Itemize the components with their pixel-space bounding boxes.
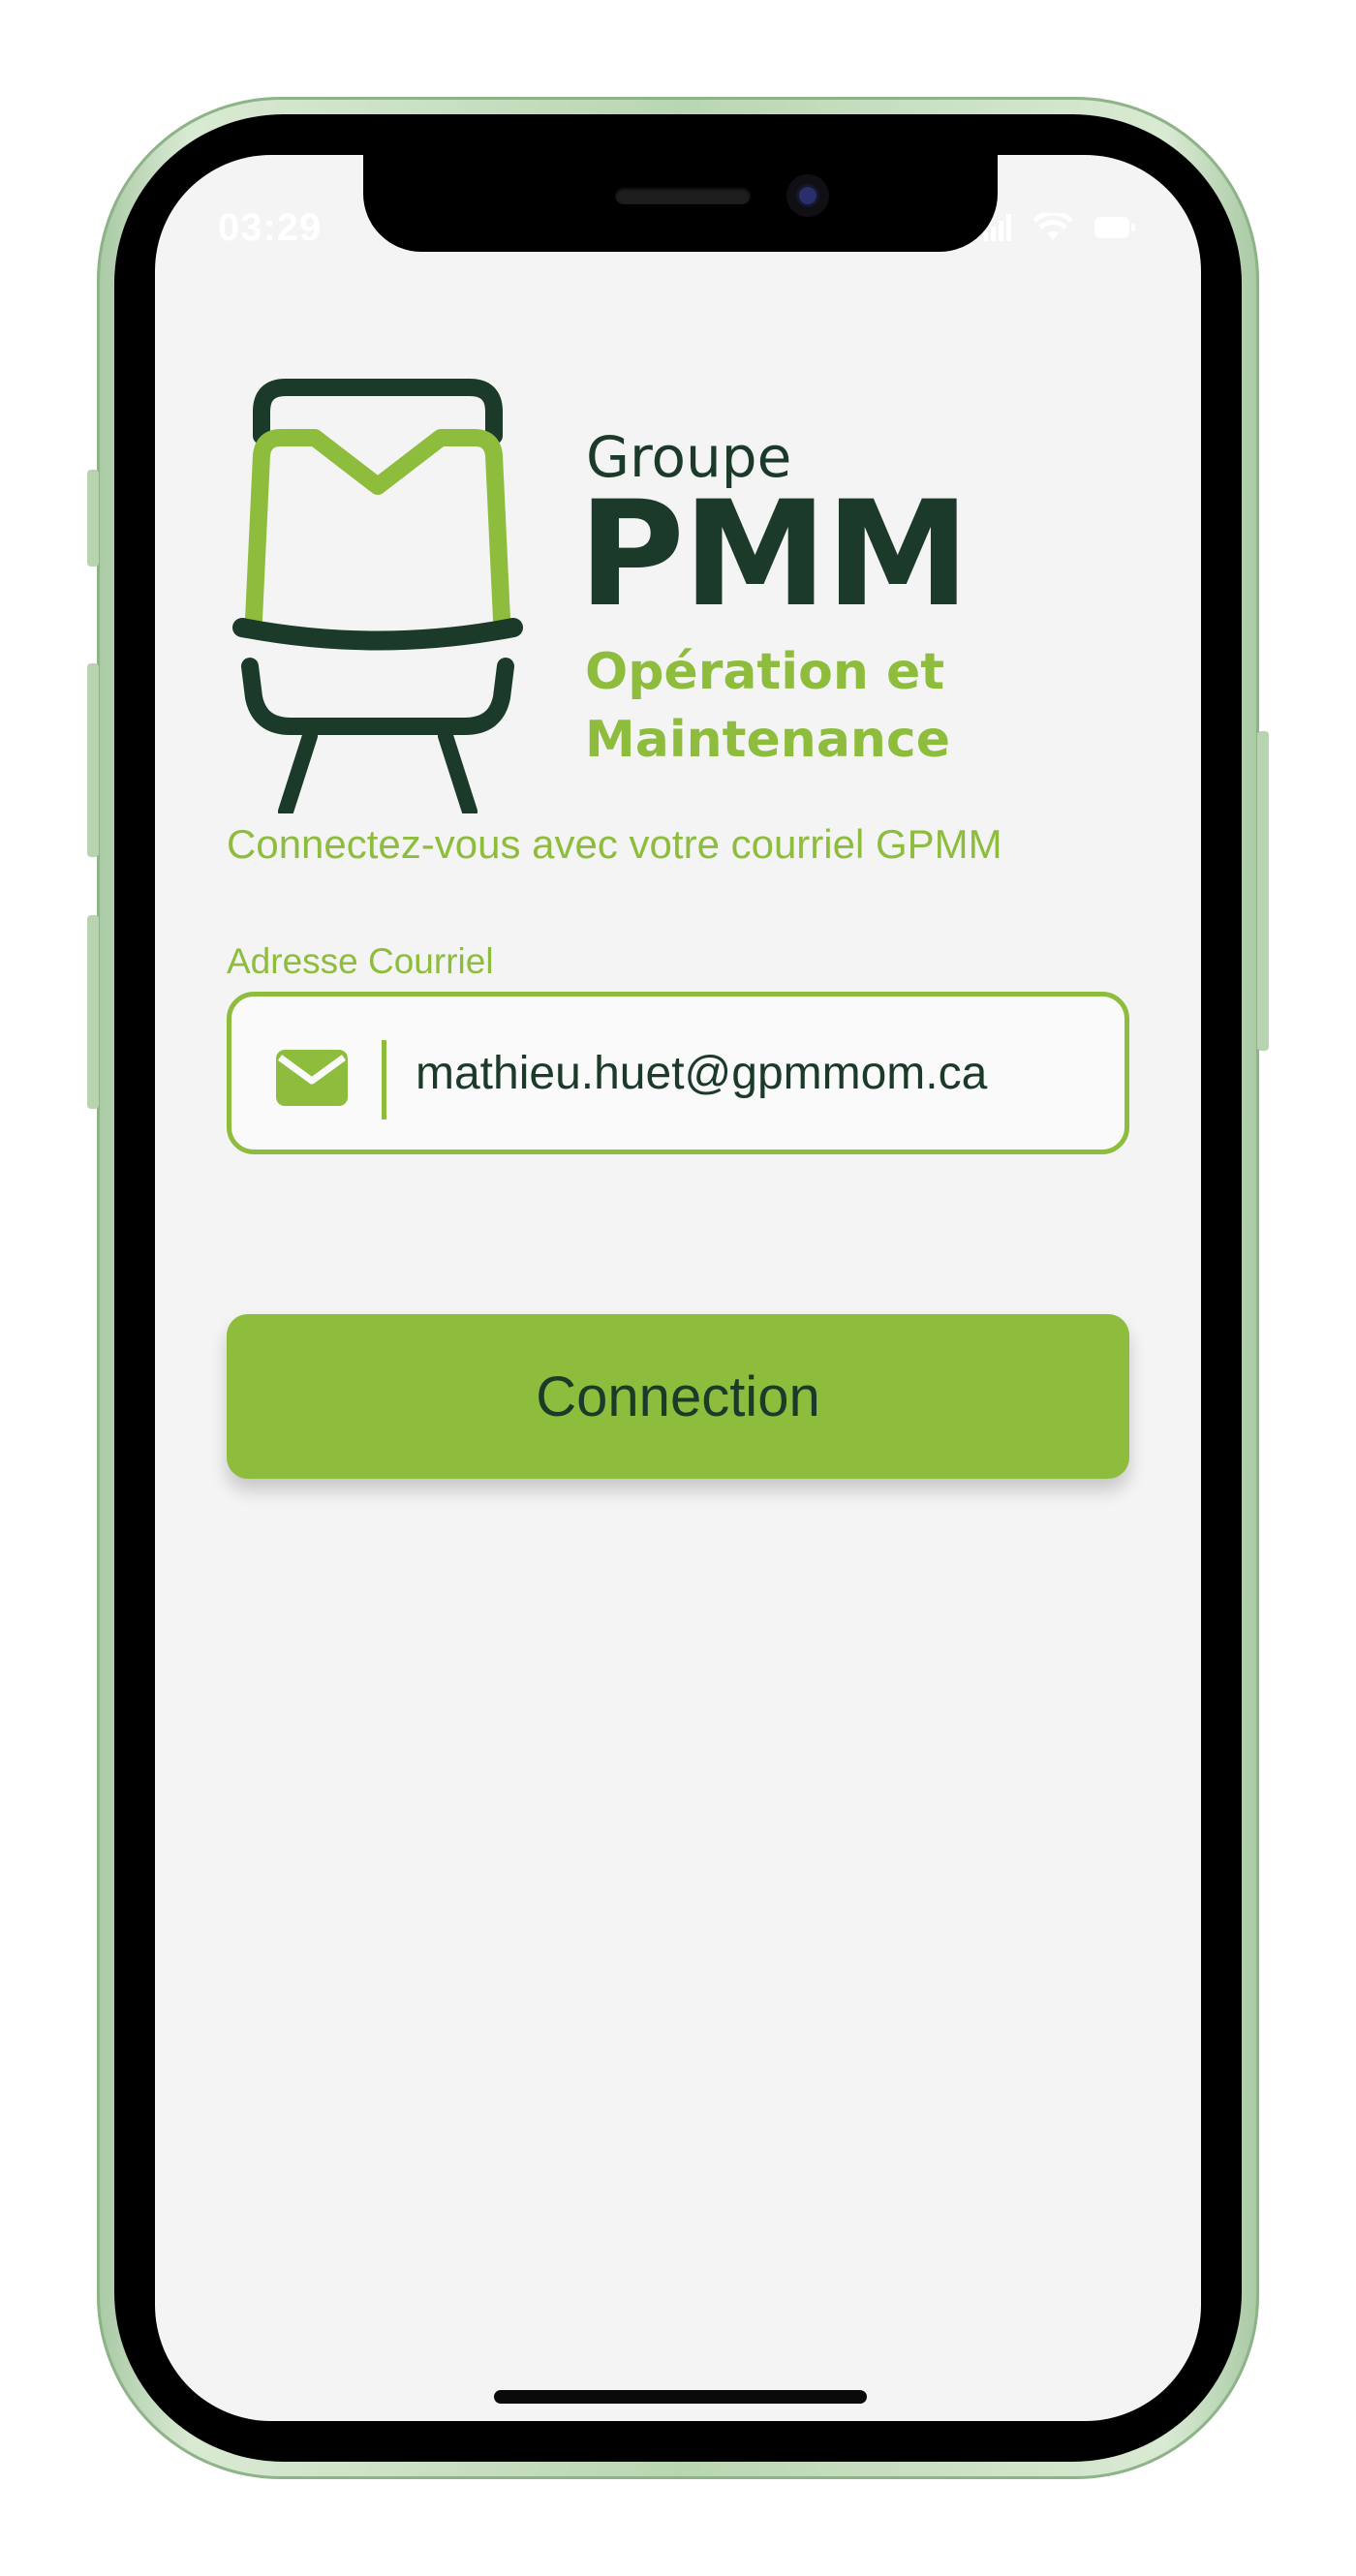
front-camera (786, 174, 829, 217)
logo-pmm-text: PMM (578, 471, 970, 639)
connection-button[interactable]: Connection (227, 1314, 1129, 1479)
home-indicator[interactable] (494, 2390, 867, 2404)
email-label: Adresse Courriel (227, 941, 494, 981)
connection-button-label: Connection (536, 1365, 820, 1428)
login-instruction: Connectez-vous avec votre courriel GPMM (227, 821, 1002, 867)
train-icon (232, 379, 523, 813)
volume-down-button (87, 915, 99, 1109)
email-field[interactable]: mathieu.huet@gpmmom.ca (227, 992, 1129, 1154)
field-divider (382, 1040, 386, 1119)
status-time: 03:29 (218, 206, 323, 249)
battery-icon (1094, 217, 1135, 238)
logo-operation-text: Opération et (585, 643, 945, 701)
email-value[interactable]: mathieu.huet@gpmmom.ca (416, 1047, 987, 1100)
mute-switch (87, 470, 99, 567)
volume-up-button (87, 663, 99, 857)
wifi-icon (1033, 213, 1072, 240)
logo-maintenance-text: Maintenance (585, 711, 951, 769)
power-button (1257, 731, 1269, 1051)
status-icons (983, 213, 1136, 242)
earpiece-speaker (615, 187, 751, 204)
envelope-icon (276, 1050, 348, 1106)
